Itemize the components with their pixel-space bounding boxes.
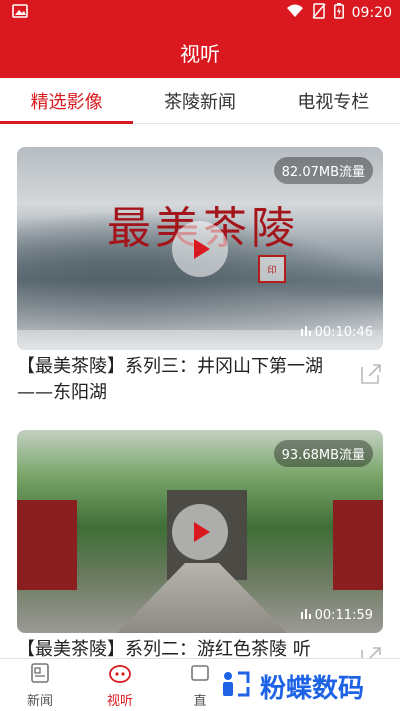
video-thumbnail[interactable]: 最美茶陵 印 82.07MB流量 00:10:46	[17, 147, 383, 350]
image-notification-icon	[12, 4, 28, 22]
tab-bar: 精选影像 茶陵新闻 电视专栏	[0, 78, 400, 124]
video-thumbnail[interactable]: 93.68MB流量 00:11:59	[17, 430, 383, 633]
tab-chaling-news[interactable]: 茶陵新闻	[133, 78, 266, 123]
watermark-text: 粉蝶数码	[260, 673, 365, 704]
tab-featured[interactable]: 精选影像	[0, 78, 134, 124]
video-list: 最美茶陵 印 82.07MB流量 00:10:46 【最美茶陵】系列三：井冈山下…	[0, 124, 400, 658]
bars-icon	[300, 608, 311, 623]
status-bar: 09:20	[0, 0, 400, 26]
app-bar: 视听	[0, 26, 400, 78]
nav-video[interactable]: 视听	[80, 659, 160, 711]
page-title: 视听	[180, 41, 220, 66]
video-duration: 00:10:46	[300, 325, 373, 340]
play-icon	[194, 522, 210, 542]
video-title[interactable]: 【最美茶陵】系列三：井冈山下第一湖——东阳湖	[17, 354, 383, 406]
play-button[interactable]	[172, 504, 228, 560]
nav-news[interactable]: 新闻	[0, 659, 80, 711]
no-sim-icon	[312, 3, 326, 23]
watermark: 粉蝶数码	[212, 666, 400, 706]
data-size-badge: 93.68MB流量	[273, 440, 373, 467]
video-card[interactable]: 93.68MB流量 00:11:59 【最美茶陵】系列二：游红色茶陵 听	[17, 430, 383, 658]
status-time: 09:20	[351, 5, 392, 21]
battery-icon	[333, 3, 344, 23]
seal-stamp: 印	[258, 255, 286, 283]
live-icon	[189, 662, 211, 688]
watermark-logo-icon	[218, 669, 252, 703]
app-root: 09:20 视听 精选影像 茶陵新闻 电视专栏 最美茶陵 印 82.07MB流量	[0, 0, 400, 711]
data-size-badge: 82.07MB流量	[273, 157, 373, 184]
video-title[interactable]: 【最美茶陵】系列二：游红色茶陵 听	[17, 637, 383, 658]
share-icon[interactable]	[359, 362, 383, 386]
play-icon	[194, 239, 210, 259]
wifi-icon	[286, 4, 304, 22]
bars-icon	[300, 325, 311, 340]
news-icon	[29, 662, 51, 688]
video-duration: 00:11:59	[300, 608, 373, 623]
video-card[interactable]: 最美茶陵 印 82.07MB流量 00:10:46 【最美茶陵】系列三：井冈山下…	[17, 147, 383, 406]
share-icon[interactable]	[359, 645, 383, 658]
play-button[interactable]	[172, 221, 228, 277]
video-icon	[108, 662, 132, 688]
tab-tv-column[interactable]: 电视专栏	[267, 78, 400, 123]
